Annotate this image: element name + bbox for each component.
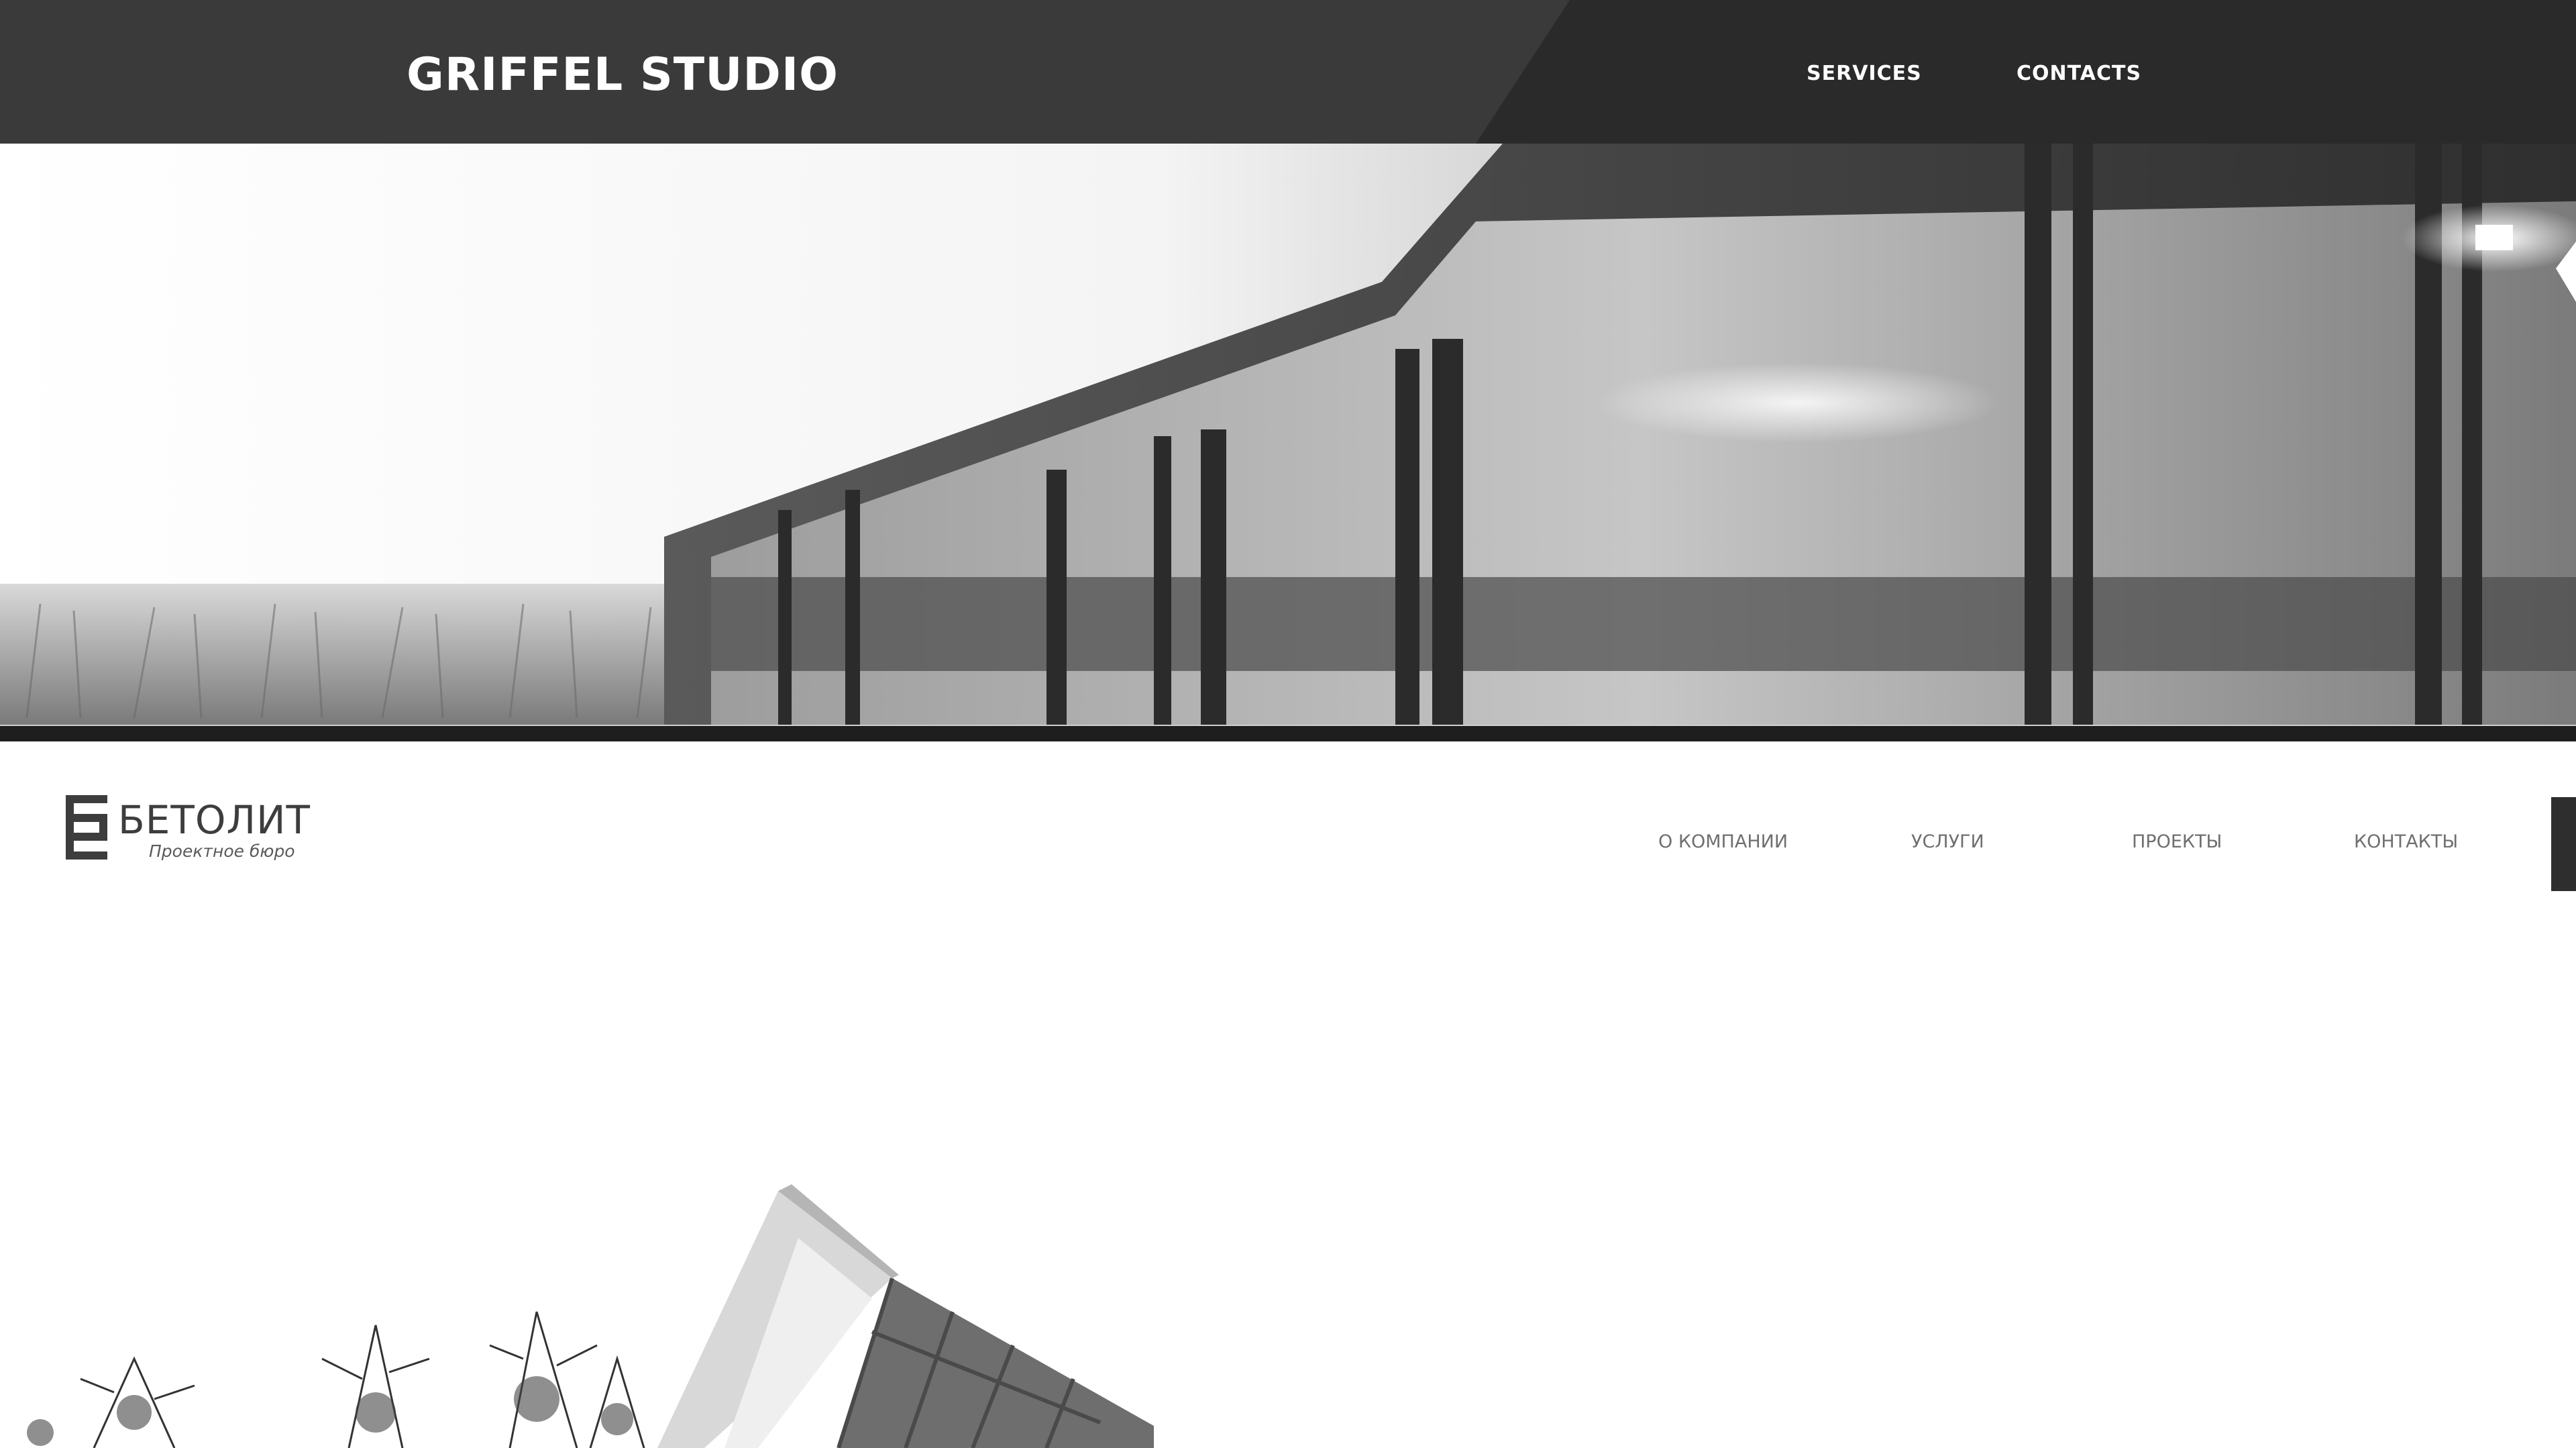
betolit-logo[interactable]: БЕТОЛИТ Проектное бюро <box>66 795 314 869</box>
footer-strip <box>0 726 2576 741</box>
hero-image-glass-building <box>27 1184 1154 1448</box>
nav-contacts-link[interactable]: КОНТАКТЫ <box>2354 830 2458 854</box>
nav-contacts-link[interactable]: CONTACTS <box>2017 60 2141 87</box>
betolit-site: БЕТОЛИТ Проектное бюро О КОМПАНИИ УСЛУГИ… <box>0 741 2576 1448</box>
side-menu-tab[interactable] <box>2551 797 2576 891</box>
griffel-header: GRIFFEL STUDIO SERVICES CONTACTS <box>0 0 2576 144</box>
betolit-brand-name: БЕТОЛИТ <box>118 797 311 843</box>
betolit-tagline: Проектное бюро <box>149 841 295 861</box>
griffel-logo[interactable]: GRIFFEL STUDIO <box>407 44 839 106</box>
nav-services-link[interactable]: SERVICES <box>1807 60 1922 87</box>
nav-projects-link[interactable]: ПРОЕКТЫ <box>2132 830 2222 854</box>
nav-services-link[interactable]: УСЛУГИ <box>1911 830 1984 854</box>
griffel-studio-site: GRIFFEL STUDIO SERVICES CONTACTS <box>0 0 2576 741</box>
nav-company-link[interactable]: О КОМПАНИИ <box>1658 830 1788 854</box>
header-dark-panel <box>1476 0 2576 144</box>
betolit-logo-mark-icon <box>66 795 107 860</box>
